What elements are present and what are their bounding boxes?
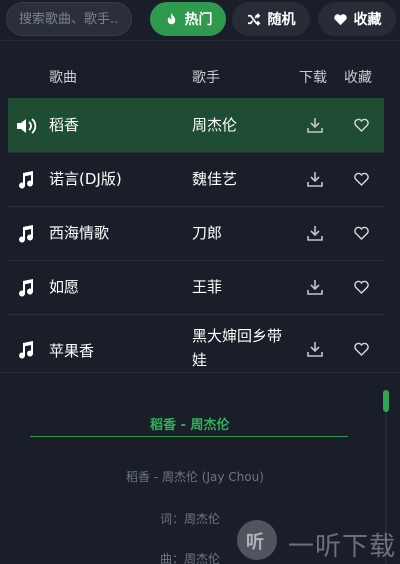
song-title: 苹果香 [49,342,95,360]
tab-random-label: 随机 [267,12,296,28]
tab-hot[interactable]: 热门 [150,2,226,36]
download-icon[interactable] [306,170,324,188]
song-title: 稻香 [49,116,80,134]
heart-icon[interactable] [353,171,370,187]
music-note-icon [19,279,34,297]
tab-random[interactable]: 随机 [232,2,310,36]
song-table-header: 歌曲 歌手 下载 收藏 [0,40,400,94]
song-artist: 黑大婶回乡带娃 [192,327,283,369]
watermark-logo-glyph: 听 [246,532,264,553]
song-artist: 刀郎 [192,224,223,242]
row-divider [8,314,384,315]
tab-favorites-label: 收藏 [353,12,382,28]
table-row[interactable]: 西海情歌 刀郎 [8,206,384,260]
lyrics-line: 词：周杰伦 [160,512,221,526]
lyrics-heading: 稻香 - 周杰伦 [150,418,230,433]
table-row[interactable]: 稻香 周杰伦 [8,98,384,152]
lyrics-scrollbar-thumb[interactable] [383,390,389,412]
column-artist-header: 歌手 [192,70,220,86]
song-artist: 周杰伦 [192,116,238,134]
top-bar: 热门 随机 收藏 [0,0,400,40]
lyrics-heading-underline [30,436,348,437]
tab-hot-label: 热门 [184,12,213,28]
heart-icon[interactable] [353,225,370,241]
tab-favorites[interactable]: 收藏 [318,2,396,36]
download-icon[interactable] [306,116,324,134]
column-download-header: 下载 [299,70,327,86]
fire-icon [167,12,175,24]
shuffle-icon [247,12,260,26]
table-row[interactable]: 诺言(DJ版) 魏佳艺 [8,152,384,206]
download-icon[interactable] [306,340,324,358]
column-title-header: 歌曲 [49,70,77,86]
song-title: 诺言(DJ版) [49,170,122,188]
song-title: 西海情歌 [49,224,110,242]
heart-filled-icon [333,13,347,25]
music-note-icon [19,341,34,359]
download-icon[interactable] [306,224,324,242]
column-favorite-header: 收藏 [344,70,372,86]
download-icon[interactable] [306,278,324,296]
song-artist: 王菲 [192,278,223,296]
speaker-icon [17,118,37,134]
lyrics-line: 稻香 - 周杰伦 (Jay Chou) [126,470,264,484]
music-note-icon [19,171,34,189]
table-row[interactable]: 如愿 王菲 [8,260,384,314]
lyrics-line: 曲：周杰伦 [160,552,221,564]
music-note-icon [19,225,34,243]
watermark-logo: 听 [237,520,277,560]
search-input[interactable] [7,3,131,35]
heart-icon[interactable] [353,279,370,295]
song-title: 如愿 [49,278,80,296]
heart-icon[interactable] [353,341,370,357]
heart-icon[interactable] [353,117,370,133]
table-row[interactable]: 苹果香 黑大婶回乡带娃 [8,318,384,378]
search-box[interactable] [6,2,132,36]
watermark-text: 一听下载 [288,532,397,562]
song-artist: 魏佳艺 [192,170,238,188]
